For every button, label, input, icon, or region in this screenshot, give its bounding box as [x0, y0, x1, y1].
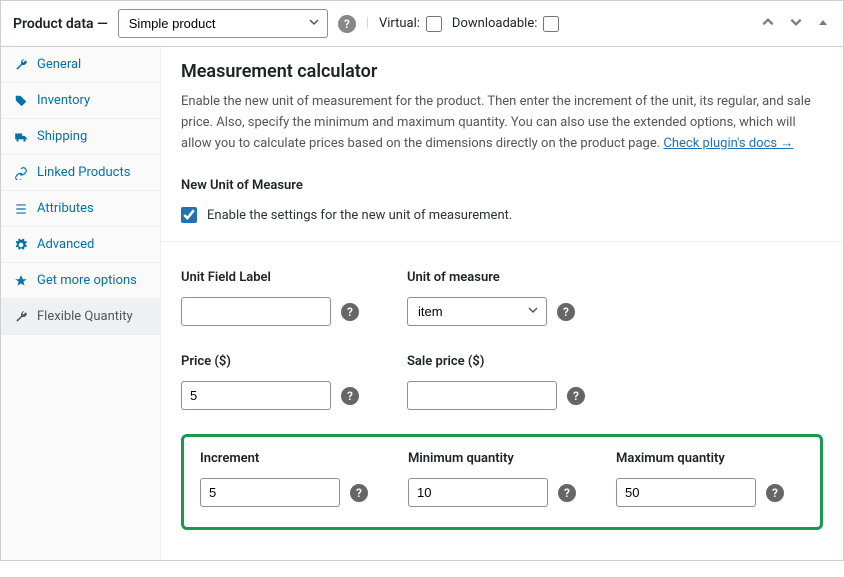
- tab-label: General: [37, 57, 81, 72]
- section-title: New Unit of Measure: [181, 178, 823, 193]
- help-icon[interactable]: ?: [766, 484, 784, 502]
- downloadable-label-text: Downloadable:: [452, 16, 537, 31]
- help-icon[interactable]: ?: [567, 387, 585, 405]
- sale-price-label: Sale price ($): [407, 354, 585, 369]
- help-icon[interactable]: ?: [341, 303, 359, 321]
- increment-label: Increment: [200, 451, 368, 466]
- tab-shipping[interactable]: Shipping: [1, 119, 160, 155]
- content-heading: Measurement calculator: [181, 61, 823, 82]
- min-qty-input[interactable]: [408, 478, 548, 507]
- help-icon[interactable]: ?: [558, 484, 576, 502]
- help-icon[interactable]: ?: [350, 484, 368, 502]
- content-description: Enable the new unit of measurement for t…: [181, 92, 823, 154]
- increment-input[interactable]: [200, 478, 340, 507]
- unit-of-measure-select[interactable]: item: [407, 297, 547, 326]
- list-icon: [13, 202, 29, 216]
- collapse-toggle[interactable]: [815, 14, 831, 34]
- link-icon: [13, 166, 29, 180]
- tab-get-more-options[interactable]: Get more options: [1, 263, 160, 299]
- tab-label: Get more options: [37, 273, 137, 288]
- virtual-checkbox-label: Virtual:: [379, 16, 442, 32]
- panel-title: Product data —: [13, 16, 108, 32]
- tab-linked-products[interactable]: Linked Products: [1, 155, 160, 191]
- tab-label: Linked Products: [37, 165, 130, 180]
- tab-label: Inventory: [37, 93, 90, 108]
- max-qty-input[interactable]: [616, 478, 756, 507]
- help-icon[interactable]: ?: [341, 387, 359, 405]
- product-type-select[interactable]: Simple product: [118, 9, 328, 38]
- unit-of-measure-label: Unit of measure: [407, 270, 575, 285]
- wrench-icon: [13, 310, 29, 324]
- tab-inventory[interactable]: Inventory: [1, 83, 160, 119]
- move-up-button[interactable]: [759, 13, 777, 35]
- downloadable-checkbox[interactable]: [543, 16, 559, 32]
- tab-label: Flexible Quantity: [37, 309, 133, 324]
- price-label: Price ($): [181, 354, 359, 369]
- virtual-checkbox[interactable]: [426, 16, 442, 32]
- price-input[interactable]: [181, 381, 331, 410]
- sale-price-input[interactable]: [407, 381, 557, 410]
- tab-general[interactable]: General: [1, 47, 160, 83]
- tag-icon: [13, 94, 29, 108]
- virtual-label-text: Virtual:: [379, 16, 420, 31]
- tab-advanced[interactable]: Advanced: [1, 227, 160, 263]
- truck-icon: [13, 130, 29, 144]
- quantity-highlight-box: Increment ? Minimum quantity ?: [181, 434, 823, 530]
- downloadable-checkbox-label: Downloadable:: [452, 16, 559, 32]
- gear-icon: [13, 238, 29, 252]
- tab-label: Advanced: [37, 237, 94, 252]
- star-icon: [13, 274, 29, 288]
- help-icon[interactable]: ?: [338, 15, 356, 33]
- enable-unit-checkbox[interactable]: [181, 207, 197, 223]
- docs-link[interactable]: Check plugin's docs →: [663, 136, 793, 151]
- move-down-button[interactable]: [787, 13, 805, 35]
- min-qty-label: Minimum quantity: [408, 451, 576, 466]
- help-icon[interactable]: ?: [557, 303, 575, 321]
- max-qty-label: Maximum quantity: [616, 451, 784, 466]
- tab-flexible-quantity[interactable]: Flexible Quantity: [1, 299, 160, 335]
- vertical-tabs: General Inventory Shipping Linked Produc…: [1, 47, 161, 560]
- wrench-icon: [13, 58, 29, 72]
- tab-attributes[interactable]: Attributes: [1, 191, 160, 227]
- tab-label: Attributes: [37, 201, 94, 216]
- unit-field-label-input[interactable]: [181, 297, 331, 326]
- unit-field-label-label: Unit Field Label: [181, 270, 359, 285]
- tab-label: Shipping: [37, 129, 87, 144]
- enable-unit-label: Enable the settings for the new unit of …: [207, 208, 512, 223]
